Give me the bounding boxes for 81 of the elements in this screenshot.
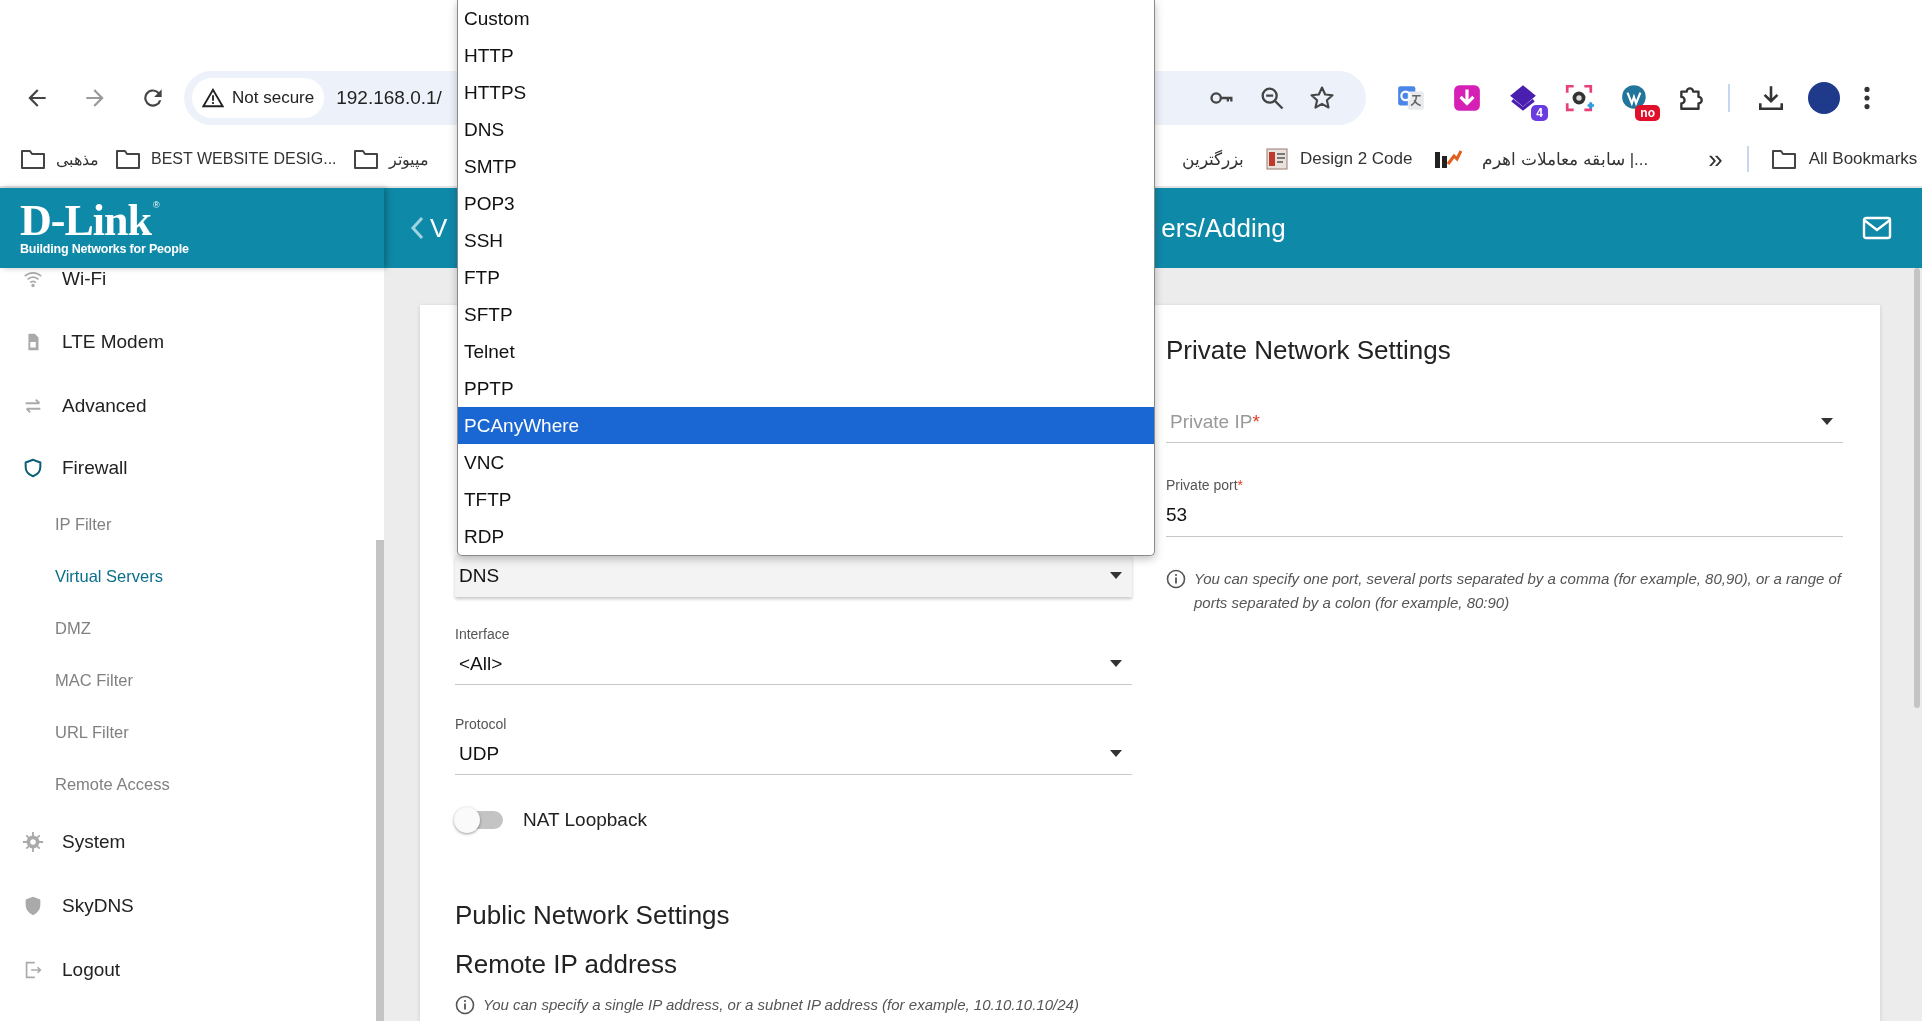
dropdown-option[interactable]: DNS (458, 111, 1154, 148)
section-heading: Private Network Settings (1166, 335, 1451, 365)
sidebar-subitem[interactable]: Virtual Servers (0, 550, 376, 602)
more-bookmarks-button[interactable]: » (1708, 143, 1723, 175)
dropdown-option[interactable]: HTTPS (458, 74, 1154, 111)
field-label: Private port* (1166, 476, 1244, 494)
dropdown-option[interactable]: Telnet (458, 333, 1154, 370)
security-chip[interactable]: Not secure (192, 78, 325, 118)
private-port-input[interactable]: 53 (1166, 494, 1843, 537)
site-icon (1266, 148, 1288, 170)
sidebar-item[interactable]: Logout (0, 938, 376, 1002)
profile-avatar[interactable] (1808, 82, 1840, 114)
template-select[interactable]: DNS (455, 555, 1132, 597)
field-label: Protocol (455, 715, 507, 733)
translate-icon[interactable] (1396, 83, 1426, 113)
caret-icon (1110, 749, 1122, 758)
hint-text: You can specify a single IP address, or a subnet IP address (for example, 10.10.10.10/24) (483, 995, 1079, 1015)
sidebar-subitem[interactable]: DMZ (0, 602, 376, 654)
camera-capture-icon[interactable] (1564, 83, 1594, 113)
sidebar-item[interactable]: LTE Modem (0, 310, 376, 374)
scrollbar[interactable] (376, 540, 384, 1021)
star-icon[interactable] (1308, 84, 1336, 112)
bookmark[interactable]: سابقه معاملات اهرم |... (1434, 148, 1649, 170)
gear-icon (22, 831, 44, 853)
download-icon[interactable] (1756, 83, 1786, 113)
toggle-label: NAT Loopback (523, 809, 647, 831)
sidebar-item[interactable]: Wi-Fi (0, 268, 376, 310)
sidebar-item[interactable]: Advanced (0, 374, 376, 438)
folder-icon (352, 148, 379, 170)
hint-text: You can specify one port, several ports separated by a comma (for example, 80,90), or a range of ports separated by a colon (for example, 80:90) (1194, 569, 1843, 613)
sidebar-subitem[interactable]: URL Filter (0, 706, 376, 758)
sidebar-subitem[interactable]: MAC Filter (0, 654, 376, 706)
caret-icon (1110, 659, 1122, 668)
chart-icon (1434, 148, 1463, 170)
all-bookmarks-button[interactable]: All Bookmarks (1770, 148, 1918, 170)
bookmark[interactable]: Design 2 Code (1266, 148, 1413, 170)
bookmark[interactable]: مپیوتر (352, 148, 429, 170)
info-icon (455, 995, 475, 1015)
bookmark[interactable]: مذهبی (20, 148, 99, 170)
info-icon (1166, 569, 1186, 589)
dropdown-option[interactable]: SMTP (458, 148, 1154, 185)
dropdown-option[interactable]: PCAnyWhere (458, 407, 1154, 444)
scrollbar[interactable] (1914, 268, 1920, 708)
folder-icon (1770, 148, 1797, 170)
extension-badge: no (1635, 105, 1660, 121)
bookmark[interactable]: BEST WEBSITE DESIG... (115, 148, 337, 170)
dropdown-option[interactable]: PPTP (458, 370, 1154, 407)
logo: D-Link® Building Networks for People (20, 200, 190, 256)
dropdown-option[interactable]: HTTP (458, 37, 1154, 74)
dropdown-option[interactable]: RDP (458, 518, 1154, 555)
sidebar-subitem[interactable]: IP Filter (0, 498, 376, 550)
private-ip-select[interactable]: Private IP* (1166, 401, 1843, 443)
dropdown-option[interactable]: FTP (458, 259, 1154, 296)
interface-select[interactable]: <All> (455, 643, 1132, 685)
diamond-icon[interactable] (1508, 83, 1538, 113)
dropdown-option[interactable]: SFTP (458, 296, 1154, 333)
section-heading: Public Network Settings (455, 899, 730, 932)
dropdown-option[interactable]: TFTP (458, 481, 1154, 518)
sidebar-item[interactable]: System (0, 810, 376, 874)
page-title: ers/Adding (1161, 212, 1286, 244)
mail-icon[interactable] (1862, 216, 1892, 240)
section-heading: Remote IP address (455, 948, 678, 981)
dropdown-option[interactable]: Custom (458, 0, 1154, 37)
url-text: 192.168.0.1/ (336, 87, 442, 109)
warning-icon (202, 87, 224, 109)
folder-icon (115, 148, 141, 170)
protocol-select[interactable]: UDP (455, 733, 1132, 775)
dropdown-option[interactable]: VNC (458, 444, 1154, 481)
caret-icon (1821, 417, 1833, 426)
dropdown-option[interactable]: POP3 (458, 185, 1154, 222)
folder-icon (20, 148, 46, 170)
extension-badge: 4 (1531, 105, 1548, 121)
sidebar-subitem[interactable]: Remote Access (0, 758, 376, 810)
field-label: Interface (455, 625, 510, 643)
bookmark[interactable]: بزرگترین (1182, 148, 1244, 170)
dropdown-option[interactable]: SSH (458, 222, 1154, 259)
sidebar-item[interactable]: SkyDNS (0, 874, 376, 938)
caret-icon (1110, 572, 1122, 580)
shield-icon (22, 457, 44, 479)
sidebar-item[interactable]: Firewall (0, 438, 376, 498)
page-title: V (430, 212, 448, 244)
